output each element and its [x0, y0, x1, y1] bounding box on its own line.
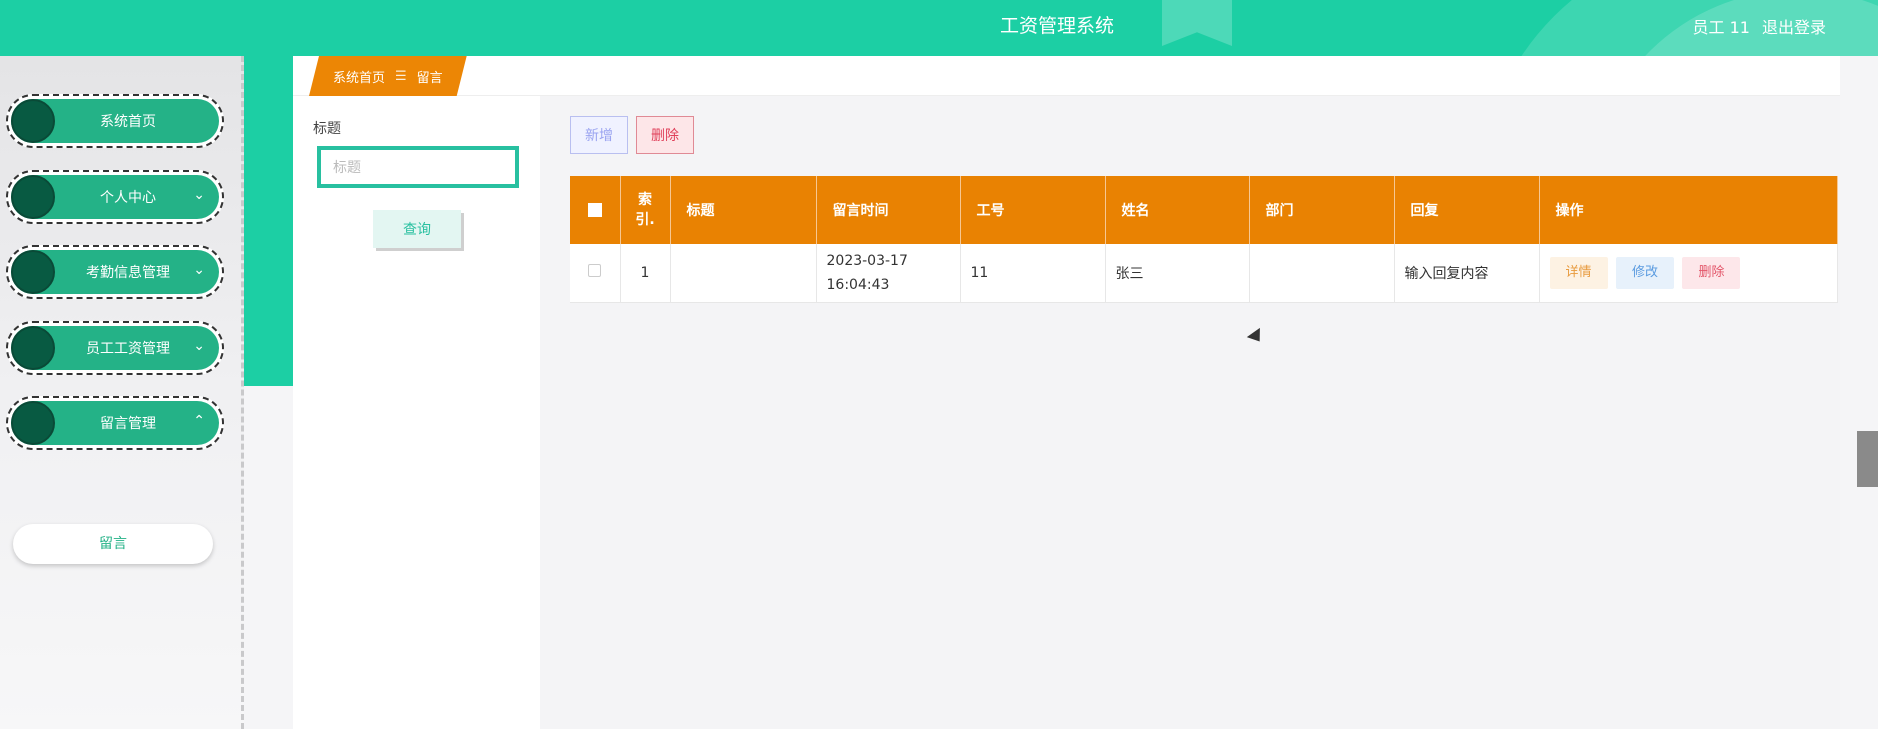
checkbox-icon [587, 203, 602, 217]
cell-actions: 详情 修改 删除 [1539, 244, 1838, 303]
sidebar-item-salary[interactable]: 员工工资管理 ⌄ [6, 321, 224, 375]
menu-dot-icon [11, 401, 55, 445]
user-area: 员工 11 退出登录 [1693, 14, 1826, 38]
cell-reply: 输入回复内容 [1394, 244, 1540, 303]
logout-link[interactable]: 退出登录 [1762, 14, 1826, 38]
sidebar-item-label: 考勤信息管理 [86, 265, 170, 281]
row-delete-button[interactable]: 删除 [1682, 256, 1741, 289]
menu-pill[interactable]: 留言管理 ⌃ [11, 401, 219, 445]
menu-pill[interactable]: 系统首页 [11, 99, 219, 143]
breadcrumb-home[interactable]: 系统首页 [333, 67, 385, 86]
sidebar-item-personal-center[interactable]: 个人中心 ⌄ [6, 170, 224, 224]
ribbon-decoration [1162, 0, 1232, 46]
column-header-time: 留言时间 [816, 176, 961, 244]
sidebar-item-label: 留言管理 [100, 416, 156, 432]
edit-button[interactable]: 修改 [1615, 256, 1674, 289]
main-panel: 系统首页 ☰ 留言 标题 查询 新增 删除 索 引. 标题 留言时间 工号 姓名… [293, 56, 1840, 729]
sidebar-item-attendance[interactable]: 考勤信息管理 ⌄ [6, 245, 224, 299]
cell-title [670, 244, 817, 303]
delete-button[interactable]: 删除 [636, 116, 694, 154]
column-header-reply: 回复 [1394, 176, 1540, 244]
table-row: 1 2023-03-17 16:04:43 11 张三 输入回复内容 详情 修改… [570, 244, 1838, 303]
table-header-row: 索 引. 标题 留言时间 工号 姓名 部门 回复 操作 [570, 176, 1838, 244]
menu-pill[interactable]: 员工工资管理 ⌄ [11, 326, 219, 370]
menu-dot-icon [11, 326, 55, 370]
chevron-down-icon: ⌄ [193, 262, 205, 278]
detail-button[interactable]: 详情 [1549, 256, 1608, 289]
checkbox-icon [588, 264, 602, 278]
scrollbar[interactable] [1857, 431, 1878, 487]
chevron-up-icon: ⌃ [193, 413, 205, 429]
search-button[interactable]: 查询 [373, 210, 461, 248]
sidebar-item-label: 个人中心 [100, 190, 156, 206]
cell-empno: 11 [960, 244, 1106, 303]
breadcrumb-current: 留言 [416, 70, 443, 86]
column-header-name: 姓名 [1105, 176, 1250, 244]
chevron-down-icon: ⌄ [193, 187, 205, 203]
column-header-actions: 操作 [1539, 176, 1838, 244]
column-header-index: 索 引. [620, 176, 671, 244]
select-all-checkbox[interactable] [570, 176, 621, 244]
menu-dot-icon [11, 99, 55, 143]
content-area: 新增 删除 索 引. 标题 留言时间 工号 姓名 部门 回复 操作 1 2023… [540, 96, 1840, 729]
cell-dept [1249, 244, 1395, 303]
breadcrumb: 系统首页 ☰ 留言 [309, 56, 467, 96]
menu-pill[interactable]: 考勤信息管理 ⌄ [11, 250, 219, 294]
sidebar-item-label: 员工工资管理 [86, 341, 170, 357]
menu-dot-icon [11, 175, 55, 219]
cell-index: 1 [620, 244, 671, 303]
menu-dot-icon [11, 250, 55, 294]
data-table: 索 引. 标题 留言时间 工号 姓名 部门 回复 操作 1 2023-03-17… [570, 176, 1838, 303]
column-header-empno: 工号 [960, 176, 1106, 244]
column-header-dept: 部门 [1249, 176, 1395, 244]
search-panel: 标题 查询 [293, 96, 540, 729]
breadcrumb-separator-icon: ☰ [395, 68, 407, 84]
top-header: 工资管理系统 员工 11 退出登录 [0, 0, 1878, 56]
breadcrumb-bar: 系统首页 ☰ 留言 [293, 56, 1840, 96]
chevron-down-icon: ⌄ [193, 338, 205, 354]
column-header-title: 标题 [670, 176, 817, 244]
user-name: 员工 11 [1692, 18, 1750, 37]
submenu-item-message[interactable]: 留言 [13, 524, 213, 564]
sidebar-item-home[interactable]: 系统首页 [6, 94, 224, 148]
cell-name: 张三 [1105, 244, 1250, 303]
search-label: 标题 [313, 121, 341, 137]
menu-pill[interactable]: 个人中心 ⌄ [11, 175, 219, 219]
sidebar-item-label: 系统首页 [100, 114, 156, 130]
sidebar: 系统首页 个人中心 ⌄ 考勤信息管理 ⌄ 员工工资管理 ⌄ 留言管理 ⌃ 留言 [0, 56, 244, 729]
search-input[interactable] [317, 146, 519, 188]
cell-time: 2023-03-17 16:04:43 [816, 244, 961, 303]
add-button[interactable]: 新增 [570, 116, 628, 154]
row-checkbox[interactable] [570, 244, 621, 303]
sidebar-item-messages[interactable]: 留言管理 ⌃ [6, 396, 224, 450]
app-title: 工资管理系统 [999, 15, 1114, 37]
